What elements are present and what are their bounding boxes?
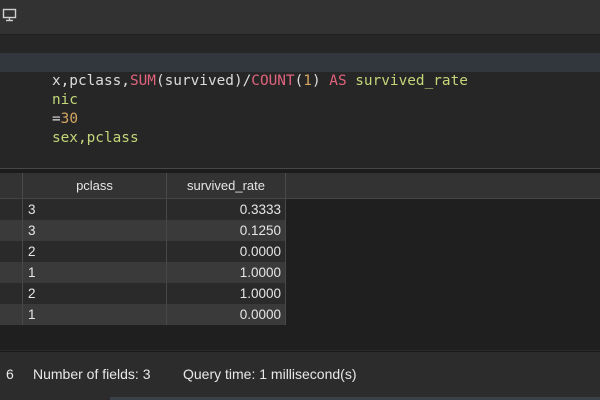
table-row[interactable]: 2 0.0000 [0, 241, 286, 262]
row-indicator-cell[interactable] [0, 304, 23, 325]
code-token: SUM [129, 73, 156, 89]
grid-header: pclass survived_rate [0, 173, 600, 199]
table-row[interactable]: 1 0.0000 [0, 304, 286, 325]
table-row[interactable]: 3 0.1250 [0, 220, 286, 241]
survived-rate-cell[interactable]: 1.0000 [167, 283, 286, 304]
row-indicator-cell[interactable] [0, 262, 23, 283]
code-token: 1 [303, 73, 312, 89]
code-line-3[interactable]: =30 [0, 91, 78, 127]
query-window: x,pclass,SUM(survived)/COUNT(1) AS survi… [0, 0, 600, 400]
table-row[interactable]: 1 1.0000 [0, 262, 286, 283]
status-bar: 6 Number of fields: 3 Query time: 1 mill… [0, 351, 600, 399]
row-indicator-cell[interactable] [0, 220, 23, 241]
toolbar [0, 0, 600, 35]
code-line-1[interactable]: x,pclass,SUM(survived)/COUNT(1) AS survi… [0, 53, 600, 89]
pclass-cell[interactable]: 2 [23, 283, 167, 304]
code-token: ) [311, 73, 330, 89]
sql-editor[interactable]: x,pclass,SUM(survived)/COUNT(1) AS survi… [0, 35, 600, 168]
row-indicator-cell[interactable] [0, 283, 23, 304]
survived-rate-cell[interactable]: 0.1250 [167, 220, 286, 241]
pclass-cell[interactable]: 2 [23, 241, 167, 262]
query-time: Query time: 1 millisecond(s) [183, 366, 357, 382]
table-row[interactable]: 2 1.0000 [0, 283, 286, 304]
row-indicator-cell[interactable] [0, 241, 23, 262]
code-token: survived_rate [346, 73, 468, 89]
survived-rate-cell[interactable]: 0.3333 [167, 199, 286, 220]
code-line-4[interactable]: sex,pclass [0, 110, 139, 146]
code-token: COUNT [251, 73, 295, 89]
row-count: 6 [6, 366, 14, 382]
column-header-row-indicator[interactable] [0, 173, 23, 198]
code-token: (survived)/ [155, 73, 252, 89]
survived-rate-cell[interactable]: 0.0000 [167, 241, 286, 262]
column-header-survived-rate[interactable]: survived_rate [167, 173, 286, 198]
pclass-cell[interactable]: 3 [23, 199, 167, 220]
row-indicator-cell[interactable] [0, 199, 23, 220]
survived-rate-cell[interactable]: 1.0000 [167, 262, 286, 283]
code-token: AS [329, 73, 347, 89]
code-token: sex,pclass [51, 130, 139, 146]
code-token: ( [294, 73, 304, 89]
code-line-2[interactable]: nic [0, 72, 78, 108]
pclass-cell[interactable]: 1 [23, 262, 167, 283]
fields-count: Number of fields: 3 [33, 366, 151, 382]
pclass-cell[interactable]: 3 [23, 220, 167, 241]
results-grid[interactable]: pclass survived_rate 3 0.3333 3 0.1250 2… [0, 173, 600, 350]
table-row[interactable]: 3 0.3333 [0, 199, 286, 220]
monitor-icon[interactable] [2, 8, 18, 22]
column-header-pclass[interactable]: pclass [23, 173, 167, 198]
survived-rate-cell[interactable]: 0.0000 [167, 304, 286, 325]
pclass-cell[interactable]: 1 [23, 304, 167, 325]
